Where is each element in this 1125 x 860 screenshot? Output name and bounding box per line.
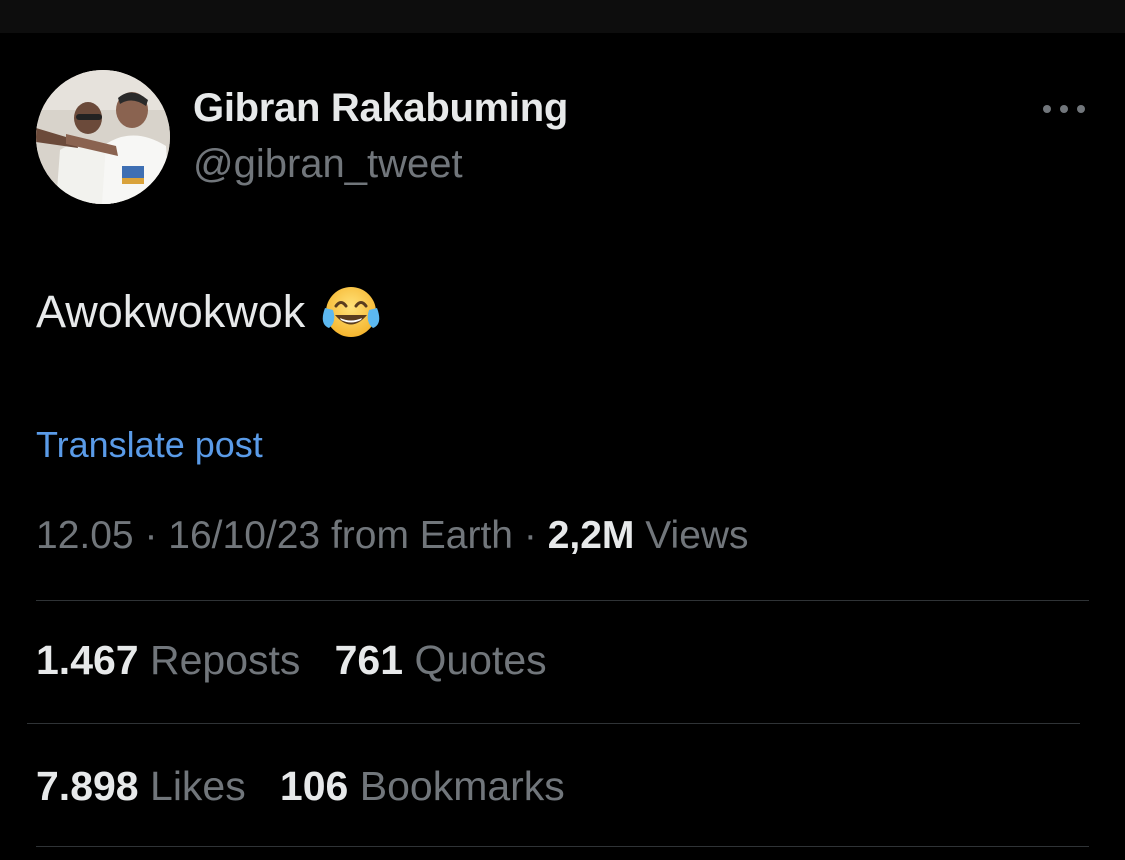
post-text: Awokwokwok <box>36 286 306 337</box>
views-count: 2,2M <box>547 514 635 557</box>
quotes-stat[interactable]: 761 Quotes <box>335 637 547 683</box>
face-with-tears-of-joy-emoji <box>323 287 380 337</box>
more-options-button[interactable] <box>1036 92 1092 126</box>
bookmarks-count: 106 <box>279 763 349 809</box>
quotes-count: 761 <box>334 637 404 683</box>
post-meta: 12.05 · 16/10/23 from Earth · 2,2M Views <box>36 514 749 558</box>
engagement-row-1: 1.467 Reposts 761 Quotes <box>36 637 547 684</box>
engagement-row-2: 7.898 Likes 106 Bookmarks <box>36 763 565 810</box>
likes-stat[interactable]: 7.898 Likes <box>36 763 246 809</box>
quotes-label: Quotes <box>414 637 547 683</box>
avatar[interactable] <box>36 70 170 204</box>
ellipsis-horizontal-icon <box>1043 105 1085 113</box>
post-date-source: 16/10/23 from Earth <box>168 514 513 557</box>
post-body: Awokwokwok <box>36 282 381 342</box>
views-stat[interactable]: 2,2M Views <box>548 514 749 557</box>
views-label: Views <box>645 514 749 557</box>
likes-label: Likes <box>150 763 246 809</box>
divider <box>27 723 1080 724</box>
reposts-stat[interactable]: 1.467 Reposts <box>36 637 300 683</box>
likes-count: 7.898 <box>36 763 139 809</box>
meta-separator: · <box>144 514 158 557</box>
meta-separator: · <box>523 514 537 557</box>
translate-post-link[interactable]: Translate post <box>36 424 263 466</box>
post-time[interactable]: 12.05 <box>36 514 134 557</box>
status-bar <box>0 0 1125 33</box>
bookmarks-stat[interactable]: 106 Bookmarks <box>280 763 565 809</box>
reposts-count: 1.467 <box>36 637 139 683</box>
display-name[interactable]: Gibran Rakabuming <box>193 86 568 131</box>
user-handle[interactable]: @gibran_tweet <box>193 142 463 187</box>
bookmarks-label: Bookmarks <box>359 763 565 809</box>
profile-photo <box>36 70 170 204</box>
reposts-label: Reposts <box>150 637 301 683</box>
divider <box>36 846 1089 847</box>
divider <box>36 600 1089 601</box>
